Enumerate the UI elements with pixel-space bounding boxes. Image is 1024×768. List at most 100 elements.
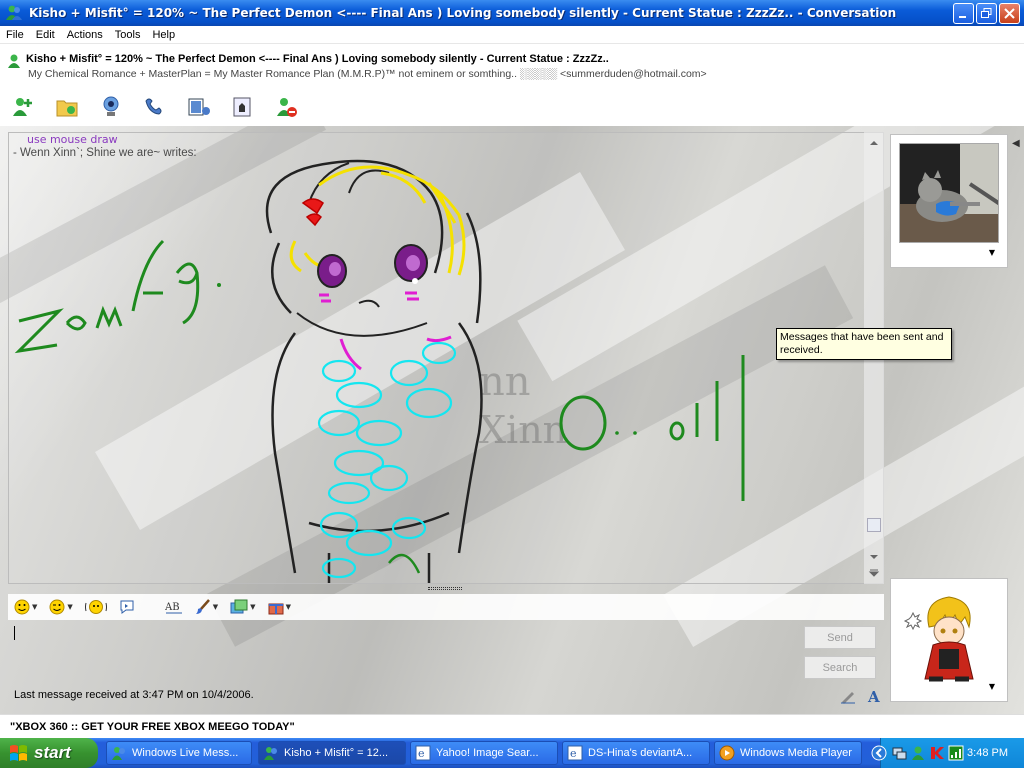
window-title: Kisho + Misfit° = 120% ~ The Perfect Dem… [29, 6, 897, 20]
nudge-icon [84, 600, 107, 614]
menu-actions[interactable]: Actions [61, 29, 109, 41]
scroll-up-icon[interactable] [868, 138, 880, 148]
invite-icon [13, 98, 32, 116]
close-icon [1004, 7, 1015, 19]
send-files-icon [56, 100, 78, 117]
activities-button[interactable] [186, 94, 212, 120]
menu-help[interactable]: Help [146, 29, 181, 41]
contact-display-picture[interactable]: ▼ [890, 134, 1008, 268]
handwriting-icon[interactable] [840, 688, 856, 704]
svg-text:Xinn: Xinn [479, 408, 567, 452]
signal-icon[interactable] [948, 745, 964, 761]
task-label: Yahoo! Image Sear... [436, 747, 539, 759]
svg-text:A: A [867, 688, 880, 704]
task-label: Windows Media Player [740, 747, 852, 759]
contact-name: Kisho + Misfit° = 120% ~ The Perfect Dem… [26, 53, 609, 65]
menu-bar: File Edit Actions Tools Help [0, 26, 1024, 44]
chevron-down-icon[interactable]: ▼ [989, 248, 995, 257]
gift-button[interactable]: ▼ [268, 599, 291, 615]
send-files-button[interactable] [54, 94, 80, 120]
messenger-icon [6, 5, 22, 20]
text-mode-icon[interactable]: A [866, 688, 882, 704]
task-label: Windows Live Mess... [132, 747, 239, 759]
send-button[interactable]: Send [804, 626, 876, 649]
chevron-down-icon[interactable]: ▼ [989, 682, 995, 691]
search-button[interactable]: Search [804, 656, 876, 679]
menu-file[interactable]: File [0, 29, 30, 41]
restore-icon [981, 7, 992, 18]
minimize-icon [959, 15, 966, 18]
windows-logo-icon [10, 745, 27, 761]
wink-icon [49, 599, 65, 615]
pane-splitter[interactable] [428, 587, 462, 590]
task-label: Kisho + Misfit° = 12... [284, 747, 389, 759]
input-toolbar: ▼ ▼ AB ▼ ▼ ▼ [8, 594, 884, 620]
media-player-icon [719, 745, 735, 761]
tray-expand-icon[interactable] [871, 745, 887, 761]
call-button[interactable] [142, 94, 168, 120]
task-windows-media-player[interactable]: Windows Media Player [714, 741, 862, 765]
block-button[interactable] [274, 94, 300, 120]
network-icon[interactable] [891, 745, 907, 761]
handwritten-ink-drawing: nn Xinn [14, 159, 745, 583]
games-button[interactable] [230, 94, 256, 120]
invite-button[interactable] [10, 94, 36, 120]
font-button[interactable]: AB [165, 599, 183, 615]
svg-text:e: e [418, 747, 425, 760]
menu-edit[interactable]: Edit [30, 29, 61, 41]
ink-button[interactable]: ▼ [230, 599, 256, 615]
nudge-button[interactable] [84, 599, 107, 615]
minimize-button[interactable] [953, 2, 974, 24]
messenger-tray-icon[interactable] [910, 745, 926, 761]
clock[interactable]: 3:48 PM [967, 747, 1008, 759]
scroll-end-icon[interactable] [868, 568, 880, 578]
scroll-thumb[interactable] [867, 518, 881, 532]
messenger-icon [112, 747, 125, 760]
paintbrush-icon [195, 599, 210, 614]
browser-icon: e [567, 745, 583, 761]
start-button[interactable]: start [0, 738, 98, 768]
voice-clip-icon [120, 600, 134, 614]
collapse-panel-icon[interactable]: ◀ [1012, 138, 1022, 162]
svg-text:AB: AB [165, 602, 180, 613]
contact-header: Kisho + Misfit° = 120% ~ The Perfect Dem… [0, 45, 1024, 87]
block-contact-icon [277, 98, 297, 117]
scroll-down-icon[interactable] [868, 552, 880, 562]
menu-tools[interactable]: Tools [109, 29, 147, 41]
messenger-icon [264, 747, 277, 760]
background-button[interactable]: ▼ [195, 599, 218, 615]
ad-text[interactable]: "XBOX 360 :: GET YOUR FREE XBOX MEEGO TO… [10, 721, 295, 733]
task-yahoo-image-search[interactable]: e Yahoo! Image Sear... [410, 741, 558, 765]
title-bar[interactable]: Kisho + Misfit° = 120% ~ The Perfect Dem… [0, 0, 1024, 26]
svg-text:nn: nn [479, 359, 531, 405]
voice-clip-button[interactable] [119, 599, 135, 615]
task-conversation[interactable]: Kisho + Misfit° = 12... [258, 741, 406, 765]
my-display-picture[interactable]: ▼ [890, 578, 1008, 702]
restore-button[interactable] [976, 2, 997, 24]
webcam-icon [103, 96, 119, 116]
message-input[interactable] [8, 620, 884, 686]
task-windows-live-messenger[interactable]: Windows Live Mess... [106, 741, 252, 765]
picture-icon [230, 599, 248, 614]
online-status-icon [8, 54, 20, 68]
message-history[interactable]: use mouse draw - Wenn Xinn`; Shine we ar… [8, 132, 884, 584]
start-label: start [34, 743, 71, 762]
task-deviantart[interactable]: e DS-Hina's deviantA... [562, 741, 710, 765]
last-message-status: Last message received at 3:47 PM on 10/4… [14, 689, 254, 701]
gift-icon [268, 603, 284, 615]
emoticon-button[interactable]: ▼ [14, 599, 37, 615]
webcam-button[interactable] [98, 94, 124, 120]
tooltip: Messages that have been sent and receive… [776, 328, 952, 360]
svg-text:e: e [570, 747, 577, 760]
contact-avatar [899, 143, 999, 243]
input-mode-icons: A [840, 688, 882, 704]
text-cursor [14, 626, 15, 640]
antivirus-icon[interactable] [929, 745, 945, 761]
activities-icon [188, 98, 210, 116]
close-button[interactable] [999, 2, 1020, 24]
ad-banner[interactable]: "XBOX 360 :: GET YOUR FREE XBOX MEEGO TO… [0, 714, 1024, 738]
conversation-toolbar [0, 88, 1024, 126]
taskbar: start Windows Live Mess... Kisho + Misfi… [0, 738, 1024, 768]
wink-button[interactable]: ▼ [49, 599, 73, 615]
games-icon [233, 97, 251, 117]
